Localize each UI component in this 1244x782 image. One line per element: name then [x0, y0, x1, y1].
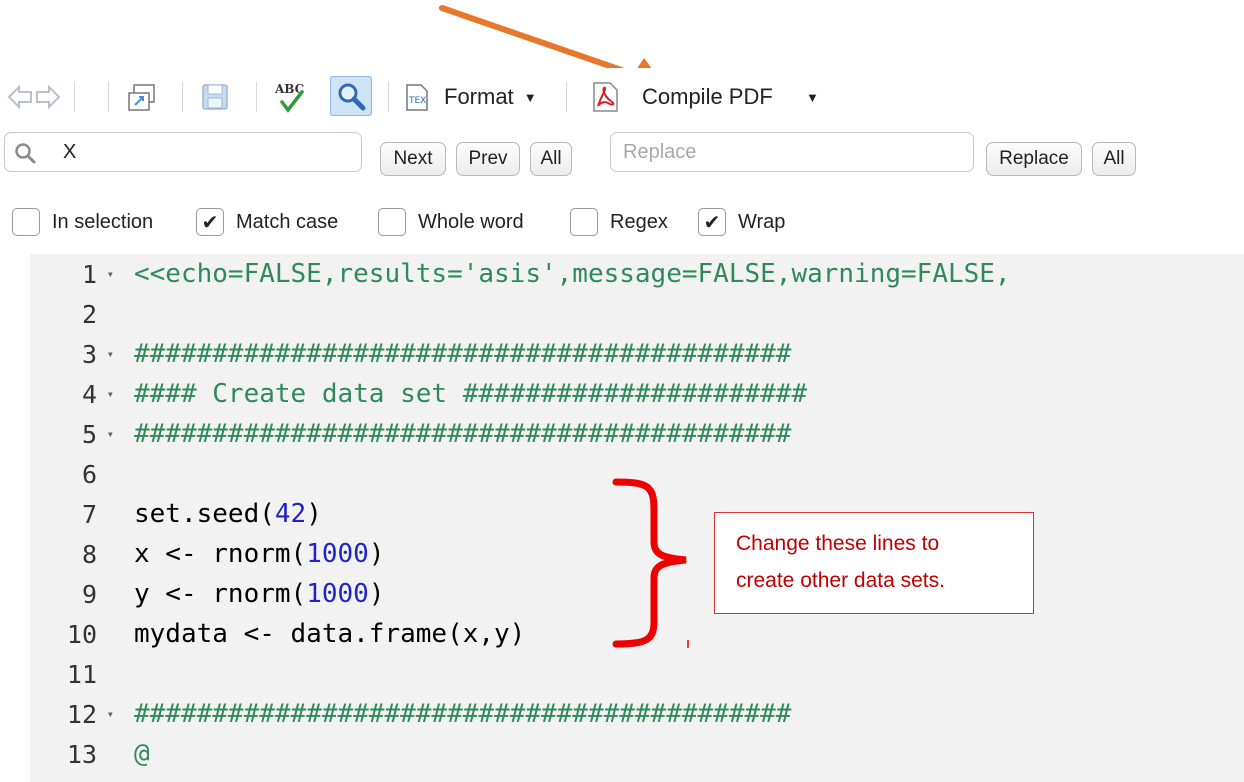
code-line: x <- rnorm(1000): [134, 539, 385, 569]
callout-line: Change these lines to: [736, 532, 940, 555]
code-line: mydata <- data.frame(x,y): [134, 619, 526, 649]
fold-toggle-icon[interactable]: ▾: [107, 427, 114, 441]
replace-button[interactable]: Replace: [986, 142, 1082, 176]
save-disk-icon: [202, 84, 228, 110]
find-replace-bar: X Next Prev All Replace Replace All: [0, 126, 1244, 186]
fold-toggle-icon[interactable]: ▾: [107, 347, 114, 361]
editor-toolbar: ABC TEX Format ▼ Compile PDF ▼: [0, 68, 1244, 126]
format-menu-button[interactable]: TEX Format ▼: [402, 80, 537, 114]
match-case-label: Match case: [236, 211, 339, 233]
search-input[interactable]: X: [4, 132, 362, 172]
find-prev-button[interactable]: Prev: [456, 142, 520, 176]
toolbar-divider: [74, 82, 75, 112]
annotation-callout: Change these lines to create other data …: [714, 512, 1034, 614]
code-line: @: [134, 739, 150, 769]
fold-toggle-icon[interactable]: ▾: [107, 707, 114, 721]
replace-all-button[interactable]: All: [1092, 142, 1136, 176]
line-number: 14: [30, 774, 122, 782]
line-number: 2: [81, 300, 97, 329]
code-line: set.seed(42): [134, 499, 322, 529]
format-label: Format: [444, 84, 514, 109]
compile-options-dropdown[interactable]: ▼: [806, 80, 819, 114]
search-icon: [15, 143, 36, 164]
line-number: 6: [81, 460, 97, 489]
find-all-button[interactable]: All: [530, 142, 572, 176]
show-in-new-window-button[interactable]: [126, 80, 158, 114]
chevron-down-icon: ▼: [806, 89, 819, 105]
toolbar-divider: [256, 82, 257, 112]
compile-pdf-button[interactable]: Compile PDF: [588, 80, 773, 114]
toolbar-divider: [388, 82, 389, 112]
line-number: 12 ▾: [66, 700, 114, 729]
replace-input[interactable]: Replace: [610, 132, 974, 172]
pdf-file-icon: [593, 82, 618, 112]
magnifier-icon: [338, 83, 366, 111]
find-next-button[interactable]: Next: [380, 142, 446, 176]
wrap-label: Wrap: [738, 211, 786, 233]
search-input-value: X: [63, 141, 77, 163]
chevron-down-icon: ▼: [523, 89, 537, 105]
forward-arrow-icon: [36, 84, 61, 110]
find-replace-toggle-button[interactable]: [330, 76, 372, 116]
line-number: 10: [66, 620, 97, 649]
toolbar-divider: [108, 82, 109, 112]
whole-word-label: Whole word: [418, 211, 524, 233]
compile-pdf-label: Compile PDF: [642, 84, 773, 109]
regex-checkbox[interactable]: [570, 208, 598, 236]
code-line: <<echo=FALSE,results='asis',message=FALS…: [134, 259, 1011, 289]
annotation-bracket: [612, 478, 689, 648]
popout-window-icon: [128, 84, 155, 111]
search-options: In selection ✔ Match case Whole word Reg…: [0, 196, 1244, 252]
line-number: 13: [66, 740, 97, 769]
line-number: 3 ▾: [81, 340, 114, 369]
code-line: ########################################…: [134, 699, 792, 729]
line-number: 8: [81, 540, 97, 569]
code-line: #### Create data set ###################…: [134, 379, 808, 409]
spellcheck-button[interactable]: ABC: [272, 80, 308, 114]
wrap-checkbox[interactable]: ✔: [698, 208, 726, 236]
code-line: ########################################…: [134, 419, 792, 449]
whole-word-checkbox[interactable]: [378, 208, 406, 236]
line-number: 1 ▾: [81, 260, 114, 289]
back-arrow-icon: [7, 84, 32, 110]
replace-placeholder: Replace: [623, 141, 697, 163]
tex-document-icon: TEX: [406, 84, 428, 111]
in-selection-label: In selection: [52, 211, 154, 233]
toolbar-divider: [566, 82, 567, 112]
line-number: 7: [81, 500, 97, 529]
toolbar-divider: [182, 82, 183, 112]
line-number: 9: [81, 580, 97, 609]
line-number: 11: [66, 660, 97, 689]
checkmark-icon: ✔: [703, 211, 721, 234]
back-button[interactable]: [6, 80, 34, 114]
regex-label: Regex: [610, 211, 668, 233]
fold-toggle-icon[interactable]: ▾: [107, 267, 114, 281]
spellcheck-abc-icon: ABC: [274, 82, 304, 113]
match-case-checkbox[interactable]: ✔: [196, 208, 224, 236]
save-button[interactable]: [200, 80, 230, 114]
checkmark-icon: ✔: [201, 211, 219, 234]
line-number: 4 ▾: [81, 380, 114, 409]
line-number: 5 ▾: [81, 420, 114, 449]
code-line: y <- rnorm(1000): [134, 579, 385, 609]
fold-toggle-icon[interactable]: ▾: [107, 387, 114, 401]
forward-button[interactable]: [34, 80, 62, 114]
callout-line: create other data sets.: [736, 569, 945, 592]
in-selection-checkbox[interactable]: [12, 208, 40, 236]
code-line: ########################################…: [134, 339, 792, 369]
svg-text:TEX: TEX: [408, 96, 426, 106]
